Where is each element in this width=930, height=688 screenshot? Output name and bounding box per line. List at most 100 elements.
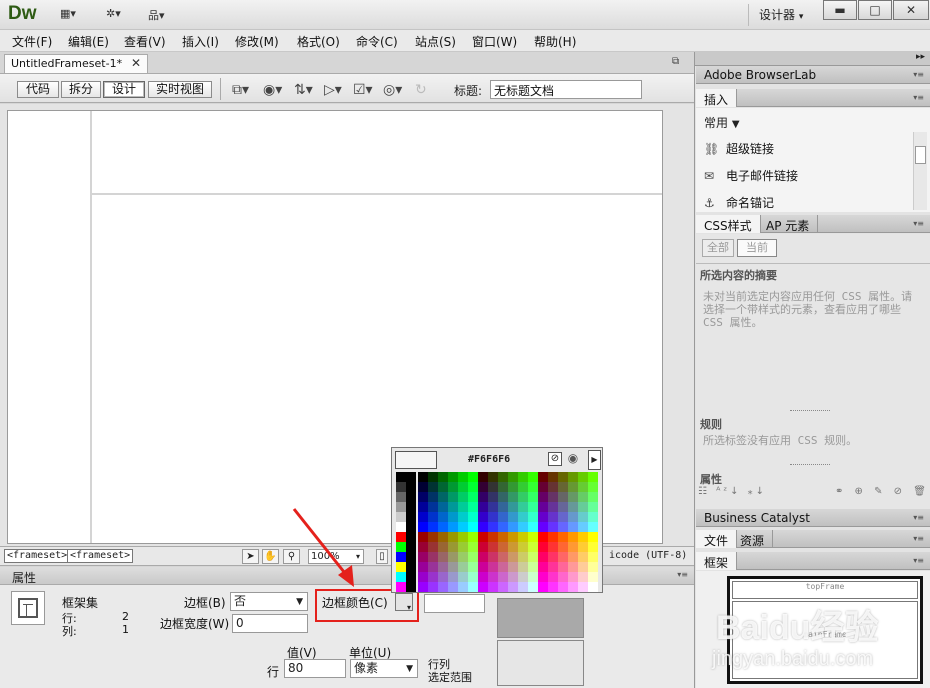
color-swatch[interactable] — [568, 482, 578, 492]
window-size-icon[interactable]: ▯ — [376, 549, 388, 564]
color-swatch[interactable] — [578, 492, 588, 502]
color-swatch[interactable] — [508, 492, 518, 502]
color-swatch[interactable] — [438, 472, 448, 482]
color-swatch[interactable] — [418, 522, 428, 532]
color-swatch[interactable] — [498, 582, 508, 592]
splitter[interactable] — [790, 464, 830, 465]
frame-preview-top[interactable] — [497, 598, 584, 638]
code-view-button[interactable]: 代码 — [17, 81, 59, 98]
color-swatch[interactable] — [568, 572, 578, 582]
color-swatch[interactable] — [396, 562, 406, 572]
color-swatch[interactable] — [418, 552, 428, 562]
color-swatch[interactable] — [558, 522, 568, 532]
tag-frameset-2[interactable]: <frameset> — [67, 549, 134, 563]
color-swatch[interactable] — [528, 492, 538, 502]
color-swatch[interactable] — [478, 542, 488, 552]
color-swatch[interactable] — [558, 542, 568, 552]
menu-file[interactable]: 文件(F) — [12, 33, 52, 50]
color-swatch[interactable] — [498, 522, 508, 532]
color-swatch[interactable] — [578, 532, 588, 542]
system-color-picker-icon[interactable]: ◉ — [566, 452, 580, 466]
color-swatch[interactable] — [468, 512, 478, 522]
color-swatch[interactable] — [498, 482, 508, 492]
color-swatch[interactable] — [428, 482, 438, 492]
color-swatch[interactable] — [468, 492, 478, 502]
document-tab[interactable]: UntitledFrameset-1* ✕ — [4, 54, 148, 73]
color-swatch[interactable] — [396, 482, 406, 492]
close-tab-icon[interactable]: ✕ — [131, 56, 141, 70]
color-swatch[interactable] — [498, 572, 508, 582]
color-swatch[interactable] — [578, 472, 588, 482]
color-swatch[interactable] — [428, 562, 438, 572]
color-swatch[interactable] — [548, 492, 558, 502]
color-swatch[interactable] — [396, 492, 406, 502]
inspect-icon[interactable]: ▷▾ — [324, 82, 342, 98]
color-swatch[interactable] — [478, 482, 488, 492]
business-catalyst-header[interactable]: Business Catalyst ▾≡ — [696, 509, 930, 527]
color-swatch[interactable] — [558, 552, 568, 562]
color-swatch[interactable] — [588, 512, 598, 522]
color-swatch[interactable] — [548, 542, 558, 552]
insert-item-email[interactable]: ✉ 电子邮件链接 — [704, 167, 798, 184]
color-swatch[interactable] — [538, 572, 548, 582]
color-swatch[interactable] — [418, 532, 428, 542]
menu-insert[interactable]: 插入(I) — [182, 33, 219, 50]
color-swatch[interactable] — [406, 522, 416, 532]
color-swatch[interactable] — [406, 502, 416, 512]
color-swatch[interactable] — [468, 472, 478, 482]
color-swatch[interactable] — [548, 582, 558, 592]
color-swatch[interactable] — [518, 512, 528, 522]
color-swatch[interactable] — [428, 472, 438, 482]
color-swatch[interactable] — [588, 482, 598, 492]
color-swatch[interactable] — [558, 472, 568, 482]
color-swatch[interactable] — [518, 522, 528, 532]
color-swatch[interactable] — [558, 572, 568, 582]
color-swatch[interactable] — [548, 532, 558, 542]
border-width-input[interactable]: 0 — [232, 614, 308, 633]
color-swatch[interactable] — [538, 472, 548, 482]
color-swatch[interactable] — [548, 562, 558, 572]
color-swatch[interactable] — [458, 542, 468, 552]
gear-icon[interactable]: ✲▾ — [106, 7, 121, 23]
color-swatch[interactable] — [558, 562, 568, 572]
splitter[interactable] — [790, 410, 830, 411]
color-swatch[interactable] — [548, 552, 558, 562]
color-swatch[interactable] — [488, 512, 498, 522]
color-swatch[interactable] — [568, 492, 578, 502]
color-swatch[interactable] — [518, 582, 528, 592]
insert-category-select[interactable]: 常用 ▼ — [704, 114, 740, 131]
color-swatch[interactable] — [488, 502, 498, 512]
color-swatch[interactable] — [538, 582, 548, 592]
css-all-button[interactable]: 全部 — [702, 239, 734, 257]
color-swatch[interactable] — [396, 572, 406, 582]
color-swatch[interactable] — [518, 562, 528, 572]
color-swatch[interactable] — [548, 482, 558, 492]
color-swatch[interactable] — [578, 482, 588, 492]
color-swatch[interactable] — [538, 552, 548, 562]
color-swatch[interactable] — [478, 522, 488, 532]
color-swatch[interactable] — [538, 562, 548, 572]
color-swatch[interactable] — [406, 492, 416, 502]
color-swatch[interactable] — [508, 552, 518, 562]
refresh-icon[interactable]: ↻ — [415, 82, 427, 98]
color-swatch[interactable] — [448, 582, 458, 592]
color-swatch[interactable] — [478, 472, 488, 482]
color-swatch[interactable] — [498, 542, 508, 552]
color-swatch[interactable] — [548, 522, 558, 532]
color-swatch[interactable] — [528, 522, 538, 532]
color-swatch[interactable] — [438, 482, 448, 492]
color-swatch[interactable] — [568, 562, 578, 572]
color-swatch[interactable] — [468, 522, 478, 532]
color-swatch[interactable] — [396, 472, 406, 482]
color-swatch[interactable] — [438, 502, 448, 512]
color-swatch[interactable] — [448, 572, 458, 582]
color-swatch[interactable] — [568, 582, 578, 592]
color-swatch[interactable] — [438, 552, 448, 562]
multiscreen-icon[interactable]: ⧉▾ — [232, 82, 249, 98]
color-swatch[interactable] — [528, 562, 538, 572]
color-swatch[interactable] — [508, 562, 518, 572]
color-swatch[interactable] — [468, 542, 478, 552]
color-swatch[interactable] — [448, 542, 458, 552]
color-swatch[interactable] — [508, 472, 518, 482]
color-swatch[interactable] — [428, 512, 438, 522]
